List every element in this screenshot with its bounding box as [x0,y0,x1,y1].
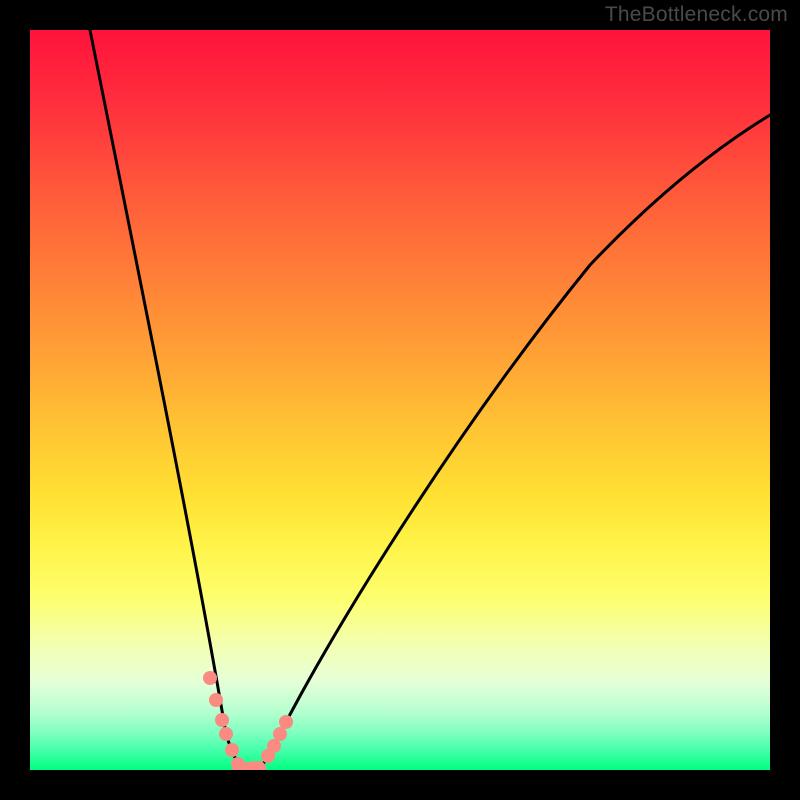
watermark-text: TheBottleneck.com [605,3,788,27]
chart-frame: TheBottleneck.com [0,0,800,800]
marker-cluster-right [261,715,293,763]
plot-area [30,30,770,770]
chart-svg [30,30,770,770]
marker-cluster-left [203,671,245,770]
marker-cluster-bottom [232,761,266,770]
curve-left-branch [90,30,243,770]
curve-right-branch [260,115,770,770]
